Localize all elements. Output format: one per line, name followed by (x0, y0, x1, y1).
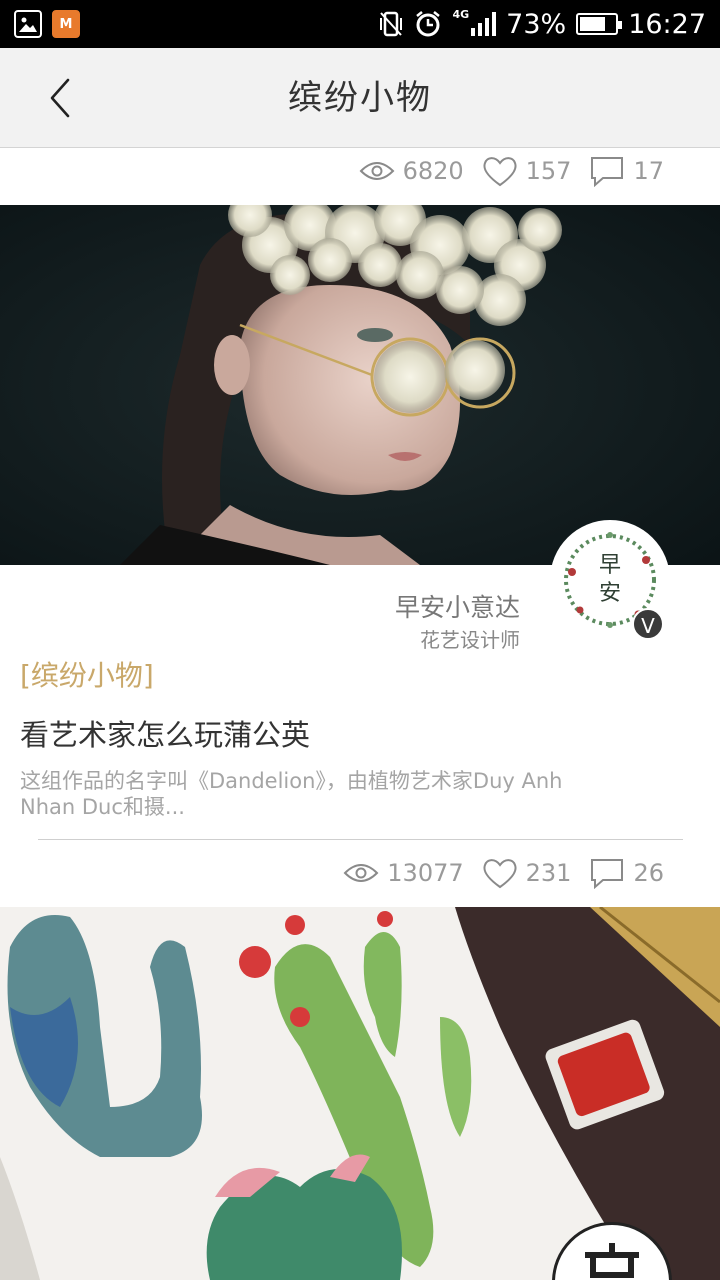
comment-icon (591, 859, 624, 889)
app-notification-icon: M (52, 10, 80, 38)
battery-icon (576, 13, 623, 35)
eye-icon (343, 864, 379, 882)
heart-icon (483, 859, 517, 889)
views-stat: 13077 (343, 859, 464, 887)
avatar-text-top: 早 (599, 553, 621, 578)
likes-stat[interactable]: 157 (482, 155, 572, 187)
clock: 16:27 (628, 8, 706, 40)
views-stat: 6820 (359, 157, 464, 185)
post-summary[interactable]: 这组作品的名字叫《Dandelion》，由植物艺术家Duy Anh Nhan D… (20, 768, 620, 820)
comments-stat[interactable]: 17 (589, 155, 664, 187)
avatar-text-bottom: 安 (599, 581, 621, 606)
author-role: 花艺设计师 (420, 628, 520, 652)
network-type: 4G (452, 7, 470, 21)
comment-icon (591, 157, 624, 187)
eye-icon (359, 162, 394, 180)
comments-count: 26 (633, 859, 664, 887)
alarm-icon (416, 11, 441, 37)
gallery-notification-icon (14, 10, 42, 38)
post-stats-previous: 6820 157 17 (359, 153, 664, 189)
comments-stat[interactable]: 26 (589, 857, 664, 889)
battery-percent: 73% (506, 8, 567, 40)
likes-count: 157 (525, 157, 572, 185)
screen: M 4G 73% 16:27 缤纷小物 6820 157 17 早 安 V 早安… (0, 0, 720, 1280)
vibrate-icon (380, 11, 403, 37)
comments-count: 17 (633, 157, 664, 185)
next-author-avatar[interactable] (552, 1222, 672, 1280)
signal-icon (471, 12, 497, 36)
likes-stat[interactable]: 231 (482, 857, 572, 889)
post-title[interactable]: 看艺术家怎么玩蒲公英 (20, 712, 310, 754)
verified-badge: V (632, 608, 664, 640)
views-count: 6820 (402, 157, 464, 185)
divider (38, 839, 683, 840)
views-count: 13077 (387, 859, 464, 887)
app-header: 缤纷小物 (0, 48, 720, 148)
likes-count: 231 (525, 859, 572, 887)
author-name[interactable]: 早安小意达 (395, 588, 520, 624)
heart-icon (483, 157, 517, 187)
page-title: 缤纷小物 (288, 78, 432, 118)
post-stats: 13077 231 26 (343, 855, 664, 891)
post-cover-image[interactable] (0, 205, 720, 565)
status-bar: M 4G 73% 16:27 (0, 0, 720, 48)
category-tag[interactable]: [缤纷小物] (20, 654, 154, 694)
